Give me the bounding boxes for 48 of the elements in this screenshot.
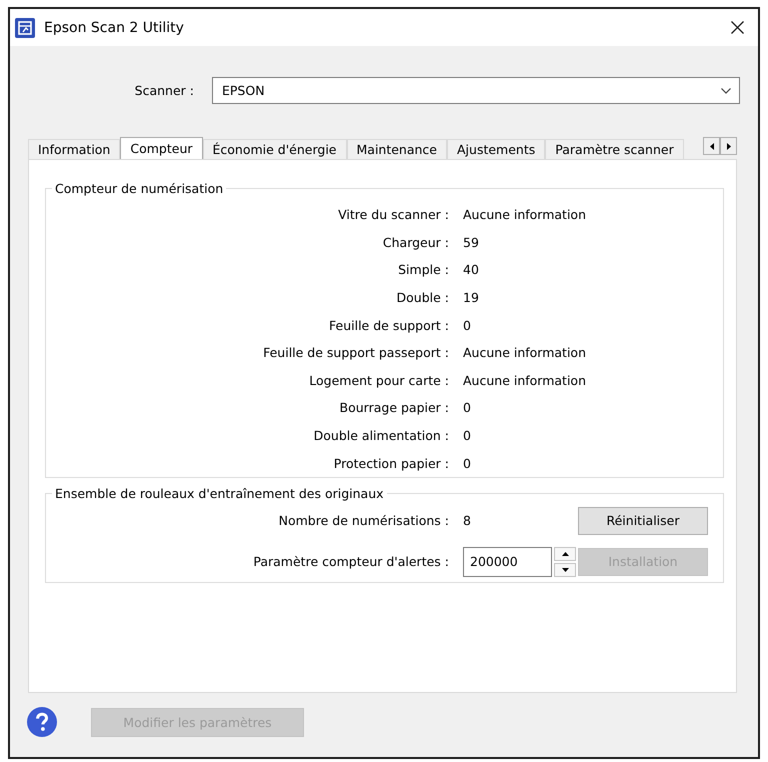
tab[interactable]: Compteur xyxy=(120,137,202,159)
close-icon[interactable] xyxy=(731,21,744,34)
field-label: Nombre de numérisations : xyxy=(278,513,449,528)
scroll-right-button[interactable] xyxy=(720,137,737,155)
field-label: Chargeur : xyxy=(382,234,449,250)
tab[interactable]: Économie d'énergie xyxy=(202,139,346,159)
field-label: Simple : xyxy=(398,262,449,278)
caret-down-icon xyxy=(562,568,568,572)
tab[interactable]: Maintenance xyxy=(346,139,447,159)
field-label: Protection papier : xyxy=(334,456,449,471)
group-title: Ensemble de rouleaux d'entraînement des originaux xyxy=(54,486,385,501)
tab[interactable]: Ajustements xyxy=(447,139,546,159)
scroll-left-button[interactable] xyxy=(703,137,720,155)
field-value: Aucune information xyxy=(463,207,586,222)
field-value: 40 xyxy=(463,262,479,278)
field-label: Double alimentation : xyxy=(314,428,449,444)
field-value: Aucune information xyxy=(463,372,586,388)
field-label: Feuille de support passeport : xyxy=(263,345,449,360)
field-label: Feuille de support : xyxy=(329,318,449,333)
field-label: Double : xyxy=(396,290,449,306)
tab[interactable]: Information xyxy=(28,139,120,159)
tab[interactable]: Paramètre scanner xyxy=(545,139,684,159)
reset-button[interactable]: Réinitialiser xyxy=(578,506,708,535)
field-value: Aucune information xyxy=(463,345,586,360)
spin-up-button[interactable] xyxy=(554,546,576,561)
chevron-down-icon xyxy=(721,88,731,94)
field-value: 59 xyxy=(463,234,479,250)
field-label: Logement pour carte : xyxy=(309,372,449,388)
spin-down-button[interactable] xyxy=(554,562,576,577)
field-label: Paramètre compteur d'alertes : xyxy=(253,554,449,570)
scanner-dropdown[interactable]: EPSON xyxy=(212,77,740,104)
caret-right-icon xyxy=(726,142,730,150)
field-value: 0 xyxy=(463,456,471,471)
field-value: 0 xyxy=(463,428,471,444)
help-icon[interactable] xyxy=(27,707,57,737)
field-value: 19 xyxy=(463,290,479,306)
scanner-app-icon xyxy=(15,18,35,38)
caret-left-icon xyxy=(710,142,714,150)
alert-count-field[interactable]: 200000 xyxy=(463,546,552,577)
scanner-label: Scanner : xyxy=(134,83,194,98)
caret-up-icon xyxy=(562,552,568,556)
field-value: 8 xyxy=(463,513,471,528)
window-title: Epson Scan 2 Utility xyxy=(44,20,184,36)
field-value: 0 xyxy=(463,318,471,333)
field-value: 0 xyxy=(463,400,471,416)
group-title: Compteur de numérisation xyxy=(54,181,224,196)
field-label: Vitre du scanner : xyxy=(338,207,449,222)
field-label: Bourrage papier : xyxy=(340,400,449,416)
